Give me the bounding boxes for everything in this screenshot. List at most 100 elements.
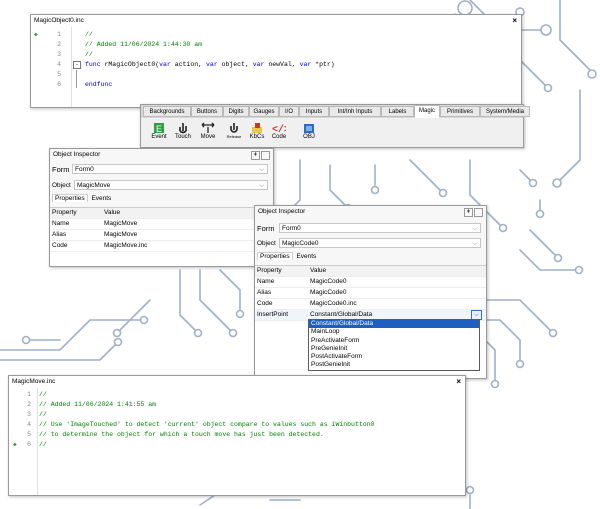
editor-title: MagicMove.inc bbox=[12, 378, 56, 385]
tab-events[interactable]: Events bbox=[89, 195, 113, 202]
dropdown-option[interactable]: PostGenieInit bbox=[309, 361, 479, 369]
palette-tab[interactable]: Backgrounds bbox=[143, 106, 191, 117]
code-line[interactable]: 4 // Use 'ImageTouched' to detect 'curren… bbox=[9, 420, 465, 429]
dropdown-option[interactable]: MainLoop bbox=[309, 328, 479, 336]
code-keyword: endfunc bbox=[85, 81, 113, 88]
pin-icon[interactable]: ǂ bbox=[464, 208, 473, 217]
form-select[interactable]: Form0 ⌵ bbox=[72, 164, 268, 174]
inspector-title: Object Inspector bbox=[258, 208, 306, 215]
dropdown-option[interactable]: PostActivateForm bbox=[309, 353, 479, 361]
palette-item-label: Move bbox=[200, 134, 216, 140]
line-number: 6 bbox=[57, 81, 61, 88]
code-comment: // bbox=[39, 411, 47, 418]
col-property: Property bbox=[257, 267, 282, 274]
line-number: 1 bbox=[27, 391, 31, 398]
code-keyword: func bbox=[85, 61, 101, 68]
palette-tab[interactable]: Primitives bbox=[440, 106, 480, 117]
palette-tab[interactable]: Magic bbox=[414, 105, 440, 118]
object-label: Object bbox=[52, 182, 71, 189]
tab-properties[interactable]: Properties bbox=[257, 252, 293, 260]
code-line[interactable]: 1 // bbox=[9, 390, 465, 399]
maximize-icon[interactable] bbox=[474, 208, 483, 217]
form-select[interactable]: Form0 ⌵ bbox=[279, 223, 481, 233]
code-area[interactable]: 1 // 2 // Added 11/06/2024 1:41:55 am 3 // 4 //… bbox=[9, 388, 465, 495]
property-value: MagicCode0 bbox=[310, 278, 347, 285]
property-row[interactable]: Name MagicMove bbox=[50, 219, 273, 230]
object-select[interactable]: MagicCode0 ⌵ bbox=[279, 238, 481, 248]
col-property: Property bbox=[52, 209, 77, 216]
object-inspector-window-2: Object Inspector ǂ Form Form0 ⌵ Object M… bbox=[254, 205, 487, 379]
property-row[interactable]: Name MagicCode0 bbox=[255, 277, 486, 288]
palette-item-touch[interactable]: Touch bbox=[173, 122, 193, 140]
code-line[interactable]: 5 // to determine the object for which a … bbox=[9, 430, 465, 439]
code-line[interactable]: 2 // Added 11/06/2024 1:41:55 am bbox=[9, 400, 465, 409]
palette-tab[interactable]: Inputs bbox=[299, 106, 329, 117]
chevron-down-icon: ⌵ bbox=[472, 241, 477, 247]
code-line[interactable]: 2 // Added 11/06/2024 1:44:30 am bbox=[31, 40, 521, 49]
dropdown-option[interactable]: Constant/Global/Data bbox=[309, 320, 479, 329]
object-select[interactable]: MagicMove ⌵ bbox=[74, 180, 268, 190]
property-row[interactable]: Alias MagicMove bbox=[50, 230, 273, 241]
palette-item-label: Event bbox=[151, 134, 167, 140]
code-text: newVal, bbox=[264, 61, 300, 68]
line-number: 2 bbox=[57, 41, 61, 48]
close-icon[interactable]: × bbox=[456, 376, 461, 388]
form-label: Form bbox=[52, 165, 70, 174]
tab-events[interactable]: Events bbox=[294, 253, 318, 260]
code-keyword: var bbox=[159, 61, 171, 68]
palette-tab[interactable]: Buttons bbox=[191, 106, 223, 117]
property-row[interactable]: Alias MagicCode0 bbox=[255, 288, 486, 299]
code-line[interactable]: 3 // bbox=[9, 410, 465, 419]
palette-item-obj[interactable]: OBJ bbox=[299, 122, 319, 140]
palette-item-label: Release bbox=[226, 134, 242, 139]
code-area[interactable]: 1 ◆ // 2 // Added 11/06/2024 1:44:30 am 3 // 4 -… bbox=[31, 27, 521, 107]
code-comment: // Use 'ImageTouched' to detect 'current… bbox=[39, 421, 375, 428]
line-number: 6 bbox=[27, 441, 31, 448]
property-grid: Property Value Name MagicMove Alias MagicMove… bbox=[50, 207, 273, 266]
widget-palette: Backgrounds Buttons Digits Gauges I/O Inputs I… bbox=[140, 104, 530, 148]
code-keyword: var bbox=[205, 61, 218, 68]
fold-icon[interactable]: - bbox=[73, 61, 81, 69]
event-icon: E bbox=[149, 122, 169, 134]
dropdown-option[interactable]: PreGenieInit bbox=[309, 345, 479, 353]
svg-text:</>: </> bbox=[272, 124, 286, 134]
object-select-value: MagicCode0 bbox=[282, 240, 319, 247]
property-row[interactable]: Code MagicCode0.inc bbox=[255, 299, 486, 310]
code-comment: // to determine the object for which a t… bbox=[39, 431, 324, 438]
property-row[interactable]: Code MagicMove.inc bbox=[50, 241, 273, 252]
palette-tab[interactable]: I/O bbox=[279, 106, 299, 117]
dropdown-option[interactable]: PreActivateForm bbox=[309, 337, 479, 345]
line-number: 4 bbox=[27, 421, 31, 428]
property-value: MagicCode0 bbox=[310, 289, 347, 296]
palette-item-release[interactable]: Release bbox=[223, 122, 245, 140]
property-name: Alias bbox=[52, 231, 67, 238]
palette-tab[interactable]: Digits bbox=[223, 106, 249, 117]
palette-item-move[interactable]: Move bbox=[198, 122, 218, 140]
code-line[interactable]: 1 ◆ // bbox=[31, 30, 521, 39]
palette-item-kbcs[interactable]: KbCs bbox=[247, 122, 267, 140]
chevron-down-icon: ⌵ bbox=[474, 312, 479, 318]
kbcs-icon bbox=[247, 122, 267, 134]
palette-item-event[interactable]: E Event bbox=[149, 122, 169, 140]
palette-tab[interactable]: Int/Inh Inputs bbox=[329, 106, 381, 117]
code-line[interactable]: 3 // bbox=[31, 50, 521, 59]
code-line[interactable]: 4- func rMagicObject0(var action, var obj… bbox=[31, 60, 521, 69]
obj-icon bbox=[299, 122, 319, 134]
code-line[interactable]: 5 bbox=[31, 70, 521, 88]
form-select-value: Form0 bbox=[75, 166, 94, 173]
close-icon[interactable]: × bbox=[512, 15, 517, 27]
maximize-icon[interactable] bbox=[261, 151, 270, 160]
pin-icon[interactable]: ǂ bbox=[251, 151, 260, 160]
palette-tab[interactable]: System/Media bbox=[480, 106, 530, 117]
palette-item-label: KbCs bbox=[249, 134, 265, 140]
object-select-value: MagicMove bbox=[77, 182, 111, 189]
code-line[interactable]: 6 endfunc bbox=[31, 80, 521, 89]
code-func-decl: func rMagicObject0(var action, var objec… bbox=[85, 60, 335, 69]
tab-properties[interactable]: Properties bbox=[52, 194, 88, 202]
property-name: Code bbox=[257, 300, 273, 307]
code-line[interactable]: ◆ 6 // bbox=[9, 440, 465, 449]
code-comment: // Added 11/06/2024 1:41:55 am bbox=[39, 401, 157, 408]
palette-tab[interactable]: Labels bbox=[381, 106, 414, 117]
palette-tab[interactable]: Gauges bbox=[249, 106, 279, 117]
palette-item-code[interactable]: </>Code bbox=[269, 122, 290, 140]
